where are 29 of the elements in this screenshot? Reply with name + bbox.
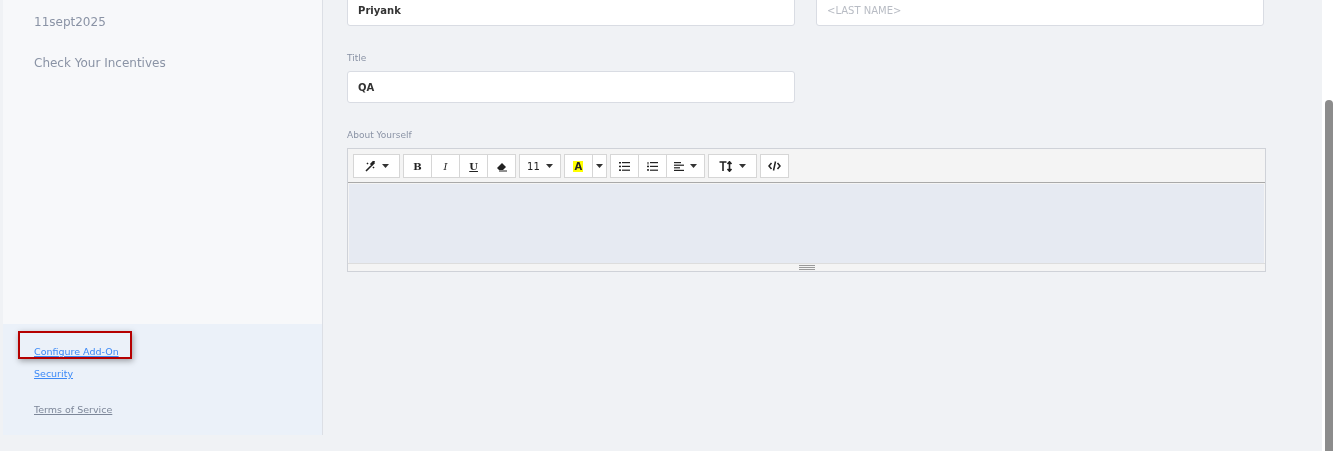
scrollbar[interactable] xyxy=(1322,0,1337,451)
scrollbar-thumb[interactable] xyxy=(1325,100,1334,451)
bullet-list-icon xyxy=(618,161,630,171)
align-left-icon xyxy=(673,161,684,171)
toolbar-button[interactable]: I xyxy=(431,154,461,178)
toolbar-button[interactable] xyxy=(665,154,705,178)
resize-handle[interactable] xyxy=(348,263,1266,271)
toolbar-button[interactable]: U xyxy=(459,154,489,178)
first-name-field[interactable]: Priyank xyxy=(347,0,796,26)
toolbar-button[interactable]: A xyxy=(563,154,593,178)
toolbar-button[interactable] xyxy=(609,154,639,178)
last-name-field[interactable]: <LAST NAME> xyxy=(816,0,1265,26)
toolbar-button[interactable] xyxy=(353,154,401,178)
grip-icon xyxy=(798,265,815,270)
toolbar-button[interactable] xyxy=(707,154,757,178)
toolbar-button[interactable] xyxy=(487,154,517,178)
text-height-icon xyxy=(718,160,733,172)
toolbar-button[interactable] xyxy=(759,154,789,178)
magic-wand-icon xyxy=(364,160,377,172)
numbered-list-icon xyxy=(646,161,658,171)
toolbar-button[interactable] xyxy=(637,154,667,178)
code-icon xyxy=(767,161,781,171)
field-label: About Yourself xyxy=(347,130,413,140)
caret-icon xyxy=(595,164,603,168)
toolbar-button[interactable]: 11 xyxy=(519,154,561,178)
title-field[interactable]: QA xyxy=(347,71,796,103)
toolbar-button[interactable]: B xyxy=(403,154,433,178)
eraser-icon xyxy=(495,160,508,172)
field-label: Title xyxy=(347,53,368,63)
